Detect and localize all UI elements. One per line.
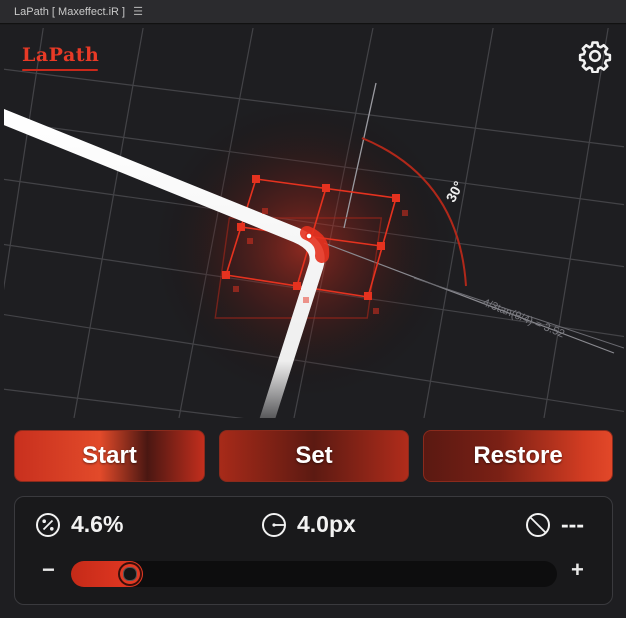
- slider-decrease-button[interactable]: −: [42, 559, 55, 581]
- percent-stat: 4.6%: [35, 511, 123, 538]
- start-label: Start: [82, 442, 137, 469]
- slider-thumb-dot: [122, 567, 137, 581]
- set-label: Set: [295, 442, 333, 469]
- restore-button[interactable]: Restore: [423, 430, 613, 482]
- perspective-scene: 30° 4/3tan(θ/4) = 3.52: [4, 28, 624, 418]
- gear-icon[interactable]: [578, 39, 612, 73]
- diameter-stat: ---: [525, 511, 584, 538]
- slider-track[interactable]: [71, 561, 557, 587]
- radius-icon: [262, 512, 286, 537]
- radius-stat: 4.0px: [261, 511, 356, 538]
- app-logo: LaPath: [22, 44, 100, 66]
- corner-point[interactable]: [305, 232, 313, 240]
- radius-value: 4.0px: [297, 511, 356, 537]
- slider-thumb[interactable]: [117, 562, 142, 586]
- diameter-value: ---: [561, 511, 584, 537]
- logo-underline: [22, 69, 98, 71]
- hamburger-icon[interactable]: ☰: [133, 5, 143, 18]
- diameter-icon: [526, 512, 550, 537]
- window-title: LaPath [ Maxeffect.iR ]: [14, 5, 126, 18]
- set-button[interactable]: Set: [219, 430, 409, 482]
- start-button[interactable]: Start: [14, 430, 205, 482]
- restore-label: Restore: [473, 442, 563, 469]
- percent-icon: [36, 512, 60, 537]
- slider-increase-button[interactable]: +: [571, 559, 584, 581]
- title-bar: LaPath [ Maxeffect.iR ] ☰: [0, 0, 626, 24]
- stats-panel: 4.6% 4.0px --- − +: [14, 496, 613, 605]
- percent-value: 4.6%: [71, 511, 124, 537]
